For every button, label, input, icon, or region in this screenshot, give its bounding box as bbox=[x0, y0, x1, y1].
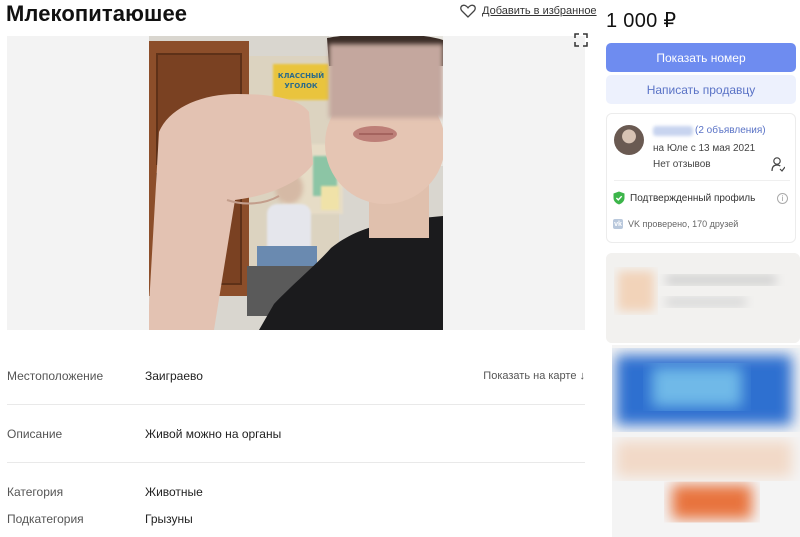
subcategory-row: Подкатегория Грызуны bbox=[7, 504, 585, 534]
listing-title: Млекопитаюшее bbox=[6, 1, 188, 26]
divider bbox=[614, 180, 790, 181]
seller-name-redacted[interactable] bbox=[653, 126, 693, 136]
seller-card: (2 объявления) на Юле с 13 мая 2021 Нет … bbox=[606, 113, 796, 243]
seller-avatar[interactable] bbox=[614, 125, 644, 155]
heart-icon bbox=[460, 4, 476, 18]
location-label: Местоположение bbox=[7, 369, 104, 383]
price: 1 000 ₽ bbox=[606, 10, 677, 32]
vk-verification-label: VK проверено, 170 друзей bbox=[628, 219, 739, 229]
description-label: Описание bbox=[7, 427, 63, 441]
add-to-favorites-button[interactable]: Добавить в избранное bbox=[460, 4, 597, 18]
seller-reviews: Нет отзывов bbox=[653, 159, 711, 170]
show-on-map-link[interactable]: Показать на карте ↓ bbox=[483, 370, 585, 382]
poster-text-line2: УГОЛОК bbox=[284, 82, 318, 90]
info-icon[interactable]: i bbox=[777, 193, 788, 204]
subscribe-icon[interactable] bbox=[771, 156, 785, 172]
divider bbox=[7, 404, 585, 405]
seller-ads-count[interactable]: (2 объявления) bbox=[695, 125, 766, 136]
location-row: Местоположение Заиграево Показать на кар… bbox=[7, 361, 585, 391]
add-to-favorites-label: Добавить в избранное bbox=[482, 5, 597, 17]
description-value: Живой можно на органы bbox=[145, 427, 282, 441]
location-value: Заиграево bbox=[145, 369, 203, 383]
advertisement-block[interactable] bbox=[606, 253, 800, 343]
listing-photo[interactable]: КЛАССНЫЙ УГОЛОК bbox=[149, 36, 443, 330]
divider bbox=[7, 462, 585, 463]
vk-icon: vk bbox=[613, 219, 623, 229]
write-seller-button[interactable]: Написать продавцу bbox=[606, 75, 796, 104]
category-label: Категория bbox=[7, 485, 64, 499]
subcategory-label: Подкатегория bbox=[7, 512, 84, 526]
poster-text-line1: КЛАССНЫЙ bbox=[278, 71, 324, 80]
description-row: Описание Живой можно на органы bbox=[7, 419, 585, 449]
shield-check-icon bbox=[613, 191, 625, 205]
vk-verification: vk VK проверено, 170 друзей bbox=[613, 219, 738, 229]
verified-profile-label: Подтвержденный профиль bbox=[630, 192, 756, 204]
advertisement-banner[interactable] bbox=[612, 345, 800, 537]
subcategory-value: Грызуны bbox=[145, 512, 193, 526]
category-value: Животные bbox=[145, 485, 203, 499]
show-number-button[interactable]: Показать номер bbox=[606, 43, 796, 72]
verified-profile: Подтвержденный профиль bbox=[613, 191, 755, 205]
expand-icon[interactable] bbox=[573, 32, 589, 48]
category-row: Категория Животные bbox=[7, 477, 585, 507]
seller-member-since: на Юле с 13 мая 2021 bbox=[653, 143, 756, 154]
